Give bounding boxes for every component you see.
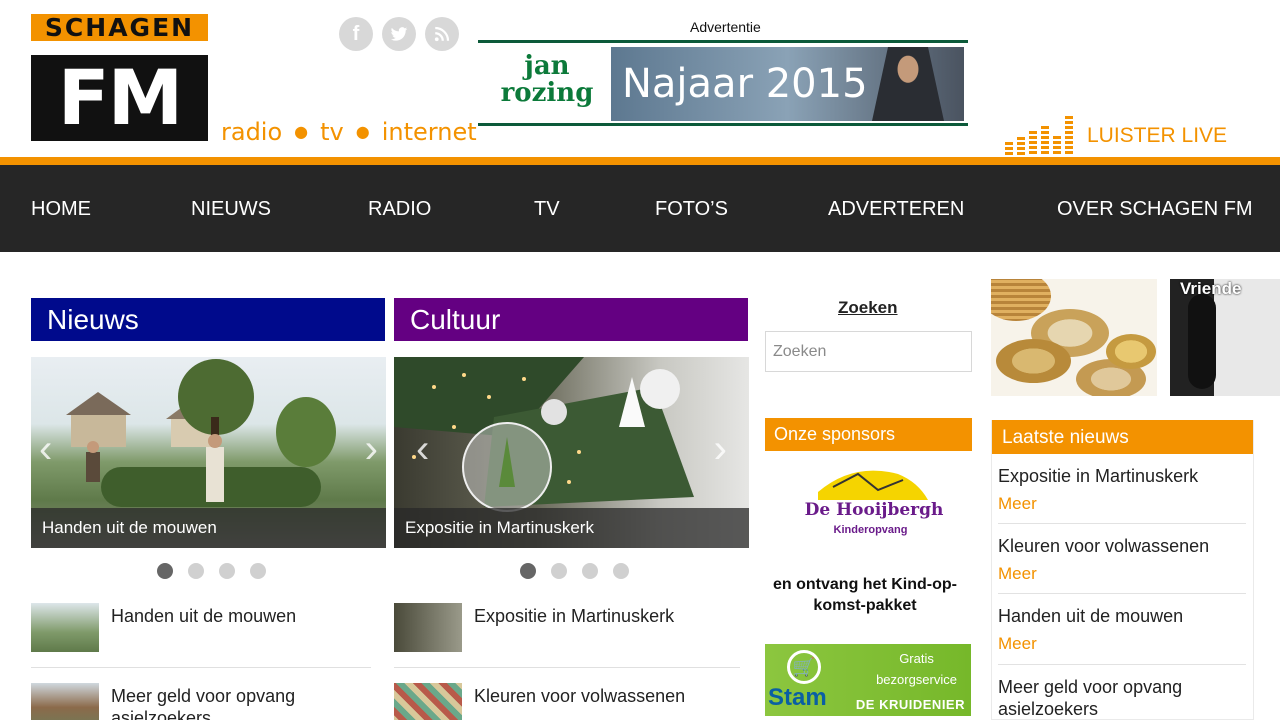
logo-top[interactable]: SCHAGEN <box>31 14 208 41</box>
latest-news-divider <box>998 523 1246 524</box>
promo-microphone <box>1188 294 1216 389</box>
stam-tag-line-2: bezorgservice <box>876 672 957 687</box>
header-divider <box>0 157 1280 165</box>
tagline-tv: tv <box>320 118 344 146</box>
list-thumbnail <box>31 683 99 720</box>
stam-tag-line-1: Gratis <box>899 651 934 666</box>
equalizer-icon <box>1065 116 1073 156</box>
slide-prev-icon[interactable]: ‹ <box>416 427 429 472</box>
equalizer-icon <box>1005 142 1013 156</box>
sponsor-logo[interactable]: De Hooijbergh Kinderopvang <box>798 462 943 542</box>
tagline-internet: internet <box>381 118 477 146</box>
tagline-dot: ● <box>355 122 370 141</box>
list-item-title[interactable]: Kleuren voor volwassenen <box>474 685 685 707</box>
latest-news-divider <box>998 593 1246 594</box>
sponsor-text[interactable]: en ontvang het Kind-op-komst-pakket <box>765 574 965 616</box>
latest-news-title[interactable]: Meer geld voor opvang asielzoekers <box>998 676 1238 720</box>
stam-subtitle: DE KRUIDENIER <box>855 697 965 712</box>
list-item-title[interactable]: Expositie in Martinuskerk <box>474 605 674 627</box>
search-input[interactable] <box>765 331 972 372</box>
culture-slider-dots <box>520 563 629 579</box>
ad-brand-logo: jan rozing <box>500 51 594 108</box>
stam-tagline: Gratis bezorgservice <box>876 648 957 690</box>
cart-icon: 🛒 <box>787 650 821 684</box>
latest-news-more-link[interactable]: Meer <box>998 564 1037 584</box>
coin <box>1106 334 1156 369</box>
list-thumbnail <box>394 603 462 652</box>
equalizer-icon <box>1053 136 1061 156</box>
ad-text: Najaar 2015 <box>622 61 868 107</box>
list-thumbnail <box>394 683 462 720</box>
list-divider <box>394 667 740 668</box>
nav-tv[interactable]: TV <box>534 198 560 221</box>
stam-name: Stam <box>768 684 827 711</box>
latest-news-more-link[interactable]: Meer <box>998 494 1037 514</box>
list-item-title[interactable]: Handen uit de mouwen <box>111 605 296 627</box>
equalizer-icon <box>1041 126 1049 156</box>
coins-image[interactable] <box>991 279 1157 396</box>
ad-label: Advertentie <box>690 19 761 35</box>
list-thumbnail <box>31 603 99 652</box>
listen-live-button[interactable]: LUISTER LIVE <box>1005 114 1227 156</box>
latest-news-title[interactable]: Kleuren voor volwassenen <box>998 535 1209 557</box>
slider-dot[interactable] <box>157 563 173 579</box>
slide-prev-icon[interactable]: ‹ <box>39 427 52 472</box>
slider-dot[interactable] <box>188 563 204 579</box>
promo-label: Vriende <box>1180 279 1242 298</box>
page: SCHAGEN FM radio ● tv ● internet f Advertent… <box>0 0 1280 720</box>
slide-next-icon[interactable]: › <box>714 427 727 472</box>
facebook-icon[interactable]: f <box>339 17 373 51</box>
list-divider <box>31 667 371 668</box>
section-title-cultuur[interactable]: Cultuur <box>394 298 748 341</box>
nav-radio[interactable]: RADIO <box>368 198 431 221</box>
tagline-dot: ● <box>294 122 309 141</box>
list-item-title[interactable]: Meer geld voor opvang asielzoekers <box>111 685 341 720</box>
stam-ad[interactable]: 🛒 Stam Gratis bezorgservice DE KRUIDENIE… <box>765 644 971 716</box>
nav-adverteren[interactable]: ADVERTEREN <box>828 198 964 221</box>
latest-news-divider <box>998 664 1246 665</box>
latest-news-title[interactable]: Handen uit de mouwen <box>998 605 1183 627</box>
nav-home[interactable]: HOME <box>31 198 91 221</box>
equalizer-icon <box>1017 137 1025 156</box>
section-title-nieuws[interactable]: Nieuws <box>31 298 385 341</box>
news-slide-caption[interactable]: Handen uit de mouwen <box>31 508 386 548</box>
latest-news-more-link[interactable]: Meer <box>998 634 1037 654</box>
rss-icon[interactable] <box>425 17 459 51</box>
latest-news-title[interactable]: Expositie in Martinuskerk <box>998 465 1198 487</box>
search-label: Zoeken <box>838 298 898 317</box>
ad-banner[interactable]: jan rozing Najaar 2015 <box>478 40 968 126</box>
slider-dot[interactable] <box>219 563 235 579</box>
slider-dot[interactable] <box>613 563 629 579</box>
culture-slide[interactable]: ‹ › Expositie in Martinuskerk <box>394 357 749 548</box>
nav-over-schagen-fm[interactable]: OVER SCHAGEN FM <box>1057 198 1253 221</box>
sponsor-logo-sub: Kinderopvang <box>833 524 908 536</box>
tagline-radio: radio <box>221 118 283 146</box>
slider-dot[interactable] <box>582 563 598 579</box>
slide-next-icon[interactable]: › <box>365 427 378 472</box>
slider-dot[interactable] <box>250 563 266 579</box>
news-slider-dots <box>157 563 266 579</box>
sponsors-heading: Onze sponsors <box>765 418 972 451</box>
twitter-icon[interactable] <box>382 17 416 51</box>
slider-dot[interactable] <box>551 563 567 579</box>
nav-nieuws[interactable]: NIEUWS <box>191 198 271 221</box>
tagline: radio ● tv ● internet <box>221 118 477 146</box>
equalizer-icon <box>1029 131 1037 156</box>
sponsor-logo-name: De Hooijbergh <box>804 500 944 520</box>
culture-slide-caption[interactable]: Expositie in Martinuskerk <box>394 508 749 548</box>
promo-image[interactable]: Vriende <box>1170 279 1280 396</box>
coin <box>996 339 1071 383</box>
main-nav: HOME NIEUWS RADIO TV FOTO’S ADVERTEREN O… <box>0 165 1280 252</box>
listen-live-label: LUISTER LIVE <box>1087 124 1228 147</box>
news-slide[interactable]: ‹ › Handen uit de mouwen <box>31 357 386 548</box>
logo-main[interactable]: FM <box>31 55 208 141</box>
slider-dot[interactable] <box>520 563 536 579</box>
nav-fotos[interactable]: FOTO’S <box>655 198 728 221</box>
